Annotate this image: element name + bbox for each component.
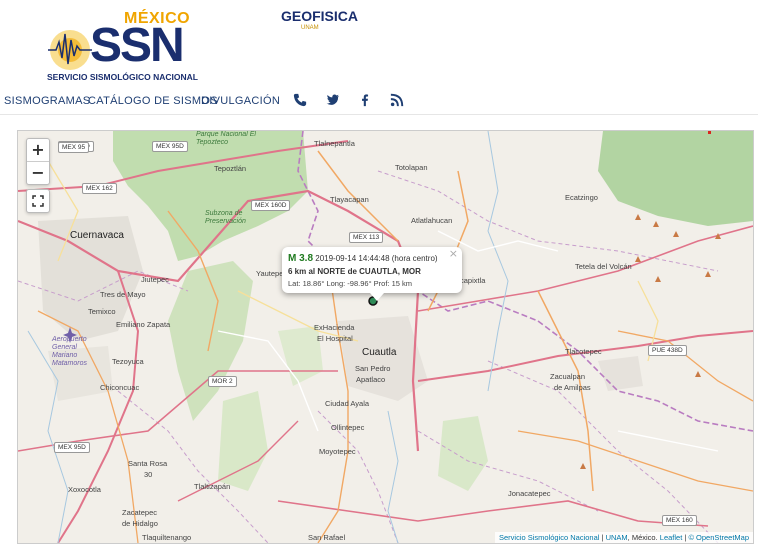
label-apatlaco: Apatlaco bbox=[356, 375, 386, 384]
popup-tip bbox=[370, 293, 384, 301]
label-atlatlahucan: Atlatlahucan bbox=[411, 216, 453, 225]
label-ecatzingo: Ecatzingo bbox=[565, 193, 598, 202]
label-zacatepec: Zacatepec bbox=[122, 508, 158, 517]
label-tetela: Tetela del Volcán bbox=[575, 262, 632, 271]
facebook-icon[interactable] bbox=[358, 93, 372, 107]
popup-close-button[interactable]: × bbox=[449, 247, 458, 260]
label-jonacatepec: Jonacatepec bbox=[508, 489, 551, 498]
label-subzona: Subzona de Preservación bbox=[205, 210, 246, 225]
label-cuautla: Cuautla bbox=[362, 347, 397, 358]
label-santa-rosa: Santa Rosa bbox=[128, 459, 168, 468]
geofisica-logo[interactable]: GEOFISICA UNAM bbox=[281, 8, 359, 31]
label-el-hospital: El Hospital bbox=[317, 334, 353, 343]
route-shield-mor2: MOR 2 bbox=[208, 376, 237, 387]
attribution-leaflet-link[interactable]: Leaflet bbox=[660, 533, 683, 542]
popup-magnitude: M 3.8 bbox=[288, 253, 314, 264]
label-tlaquiltenango: Tlaquiltenango bbox=[142, 533, 192, 542]
attribution-ssn-link[interactable]: Servicio Sismológico Nacional bbox=[499, 533, 599, 542]
zoom-in-button[interactable]: + bbox=[27, 139, 49, 161]
fullscreen-button[interactable] bbox=[26, 189, 50, 213]
label-emiliano-zapata: Emiliano Zapata bbox=[116, 320, 171, 329]
map-attribution: Servicio Sismológico Nacional | UNAM, Mé… bbox=[494, 532, 753, 543]
route-shield-pue438d: PUE 438D bbox=[648, 345, 687, 356]
nav-catalogo[interactable]: CATÁLOGO DE SISMOS bbox=[88, 95, 218, 107]
route-shield-mex95d-south: MEX 95D bbox=[54, 442, 90, 453]
label-tezoyuca: Tezoyuca bbox=[112, 357, 144, 366]
rss-icon[interactable] bbox=[390, 93, 404, 107]
label-aeropuerto: Aeropuerto General Mariano Matamoros bbox=[52, 336, 88, 367]
twitter-icon[interactable] bbox=[326, 93, 340, 107]
seismogram-logo-icon bbox=[48, 30, 92, 70]
route-shield-mex95d: MEX 95D bbox=[152, 141, 188, 152]
label-temixco: Temixco bbox=[88, 307, 116, 316]
logo-name: SERVICIO SISMOLÓGICO NACIONAL bbox=[47, 72, 198, 82]
label-ciudad-ayala: Ciudad Ayala bbox=[325, 399, 370, 408]
route-shield-mex113: MEX 113 bbox=[349, 232, 384, 243]
route-shield-mex162: MEX 162 bbox=[82, 183, 117, 194]
seismic-map[interactable]: Cuernavaca Cuautla Tlalnepantla Totolapa… bbox=[17, 130, 754, 544]
attribution-unam-link[interactable]: UNAM bbox=[606, 533, 628, 542]
zoom-control: + − bbox=[26, 138, 50, 185]
logo-acronym: SSN bbox=[90, 19, 185, 72]
label-ollintepec: Ollintepec bbox=[331, 423, 365, 432]
label-tlayacapan: Tlayacapan bbox=[330, 195, 369, 204]
label-san-rafael: San Rafael bbox=[308, 533, 346, 542]
popup-datetime: 2019-09-14 14:44:48 (hora centro) bbox=[315, 254, 438, 263]
earthquake-popup: × M 3.8 2019-09-14 14:44:48 (hora centro… bbox=[282, 247, 462, 301]
label-parque-nacional: Parque Nacional El Tepozteco bbox=[196, 131, 256, 146]
label-de-hidalgo: de Hidalgo bbox=[122, 519, 158, 528]
label-cuernavaca: Cuernavaca bbox=[70, 230, 124, 241]
fullscreen-icon bbox=[32, 195, 44, 207]
phone-icon[interactable] bbox=[293, 93, 307, 107]
route-shield-mex160: MEX 160 bbox=[662, 515, 697, 526]
label-moyotepec: Moyotepec bbox=[319, 447, 356, 456]
nav-sismogramas[interactable]: SISMOGRAMAS bbox=[4, 95, 90, 107]
label-santa-rosa-30: 30 bbox=[144, 470, 153, 479]
label-tres-de-mayo: Tres de Mayo bbox=[100, 290, 146, 299]
route-shield-mex95: MEX 95 bbox=[58, 142, 90, 153]
map-tiles[interactable] bbox=[18, 131, 753, 543]
popup-coords: Lat: 18.86° Long: -98.96° Prof: 15 km bbox=[288, 279, 412, 288]
attribution-place: , México. bbox=[627, 533, 658, 542]
label-totolapan: Totolapan bbox=[395, 163, 428, 172]
label-zacualpan: Zacualpan bbox=[550, 372, 586, 381]
attribution-osm-link[interactable]: © OpenStreetMap bbox=[688, 533, 749, 542]
label-tlaltizapan: Tlaltizapán bbox=[194, 482, 231, 491]
label-yecapixtla: capixtla bbox=[460, 276, 486, 285]
label-tlalnepantla: Tlalnepantla bbox=[314, 139, 355, 148]
label-chiconcuac: Chiconcuac bbox=[100, 383, 140, 392]
label-jiutepec: Jiutepec bbox=[141, 275, 169, 284]
route-shield-mex160d: MEX 160D bbox=[251, 200, 291, 211]
geofisica-title: GEOFISICA bbox=[281, 8, 359, 24]
popup-location: 6 km al NORTE de CUAUTLA, MOR bbox=[288, 267, 421, 276]
site-header: MÉXICO SSN SERVICIO SISMOLÓGICO NACIONAL… bbox=[0, 0, 758, 88]
label-exhacienda: ExHacienda bbox=[314, 323, 355, 332]
geofisica-sub: UNAM bbox=[301, 25, 319, 31]
label-tepoztlan: Tepoztlán bbox=[214, 164, 247, 173]
zoom-out-button[interactable]: − bbox=[27, 161, 49, 184]
label-de-amilpas: de Amilpas bbox=[554, 383, 591, 392]
main-nav: SISMOGRAMAS CATÁLOGO DE SISMOS DIVULGACI… bbox=[0, 88, 758, 115]
label-xoxocotla: Xoxocotla bbox=[68, 485, 101, 494]
label-san-pedro: San Pedro bbox=[355, 364, 391, 373]
label-tlacotepec: Tlacotepec bbox=[565, 347, 602, 356]
nav-divulgacion[interactable]: DIVULGACIÓN bbox=[201, 95, 280, 107]
popup-header: M 3.8 2019-09-14 14:44:48 (hora centro) bbox=[288, 253, 438, 264]
